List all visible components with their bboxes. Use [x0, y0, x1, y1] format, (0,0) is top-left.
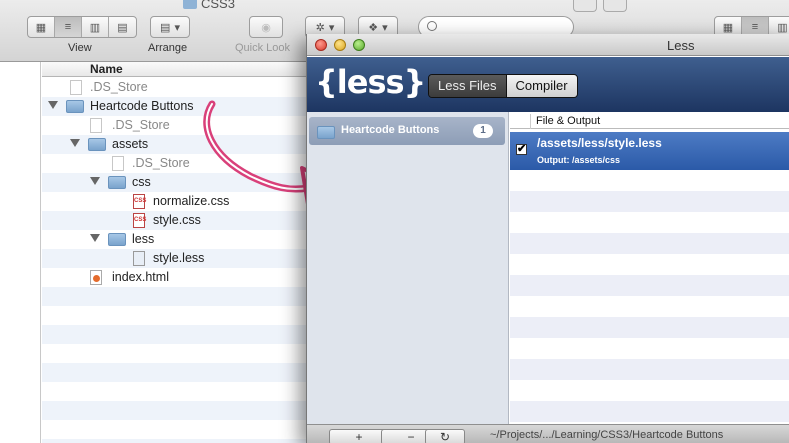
- folder-icon: [108, 233, 126, 246]
- zoom-window-icon[interactable]: [353, 39, 365, 51]
- view-label: View: [68, 42, 92, 54]
- tab-less-files[interactable]: Less Files: [429, 75, 507, 97]
- css-file-icon: CSS: [133, 194, 146, 209]
- folder-icon: [183, 0, 197, 9]
- less-titlebar: Less: [307, 34, 789, 56]
- arrange-label: Arrange: [148, 42, 188, 54]
- file-output-column-header[interactable]: File & Output: [510, 114, 789, 129]
- folder-name: assets: [112, 137, 149, 151]
- file-name: .DS_Store: [112, 118, 170, 132]
- output-path: Output: /assets/css: [537, 155, 621, 165]
- disclosure-triangle-icon[interactable]: [70, 139, 80, 147]
- eye-icon: ◉: [261, 21, 271, 34]
- folder-name: less: [132, 232, 155, 246]
- folder-icon: [88, 138, 106, 151]
- name-column-label: Name: [90, 62, 123, 76]
- document-icon: [112, 156, 124, 171]
- file-table: File & Output ✔ /assets/less/style.less …: [510, 112, 789, 443]
- empty-row: [510, 191, 789, 212]
- folder-icon: [66, 100, 84, 113]
- search-icon: [427, 21, 437, 31]
- file-name: .DS_Store: [90, 80, 148, 94]
- finder-title: CSS3: [183, 0, 235, 11]
- add-project-button[interactable]: +: [329, 429, 389, 443]
- file-name: style.css: [153, 213, 201, 227]
- quicklook-label: Quick Look: [235, 42, 291, 54]
- disclosure-triangle-icon[interactable]: [90, 177, 100, 185]
- window-title: Less: [667, 38, 695, 53]
- disclosure-triangle-icon[interactable]: [90, 234, 100, 242]
- empty-row: [510, 317, 789, 338]
- chevron-down-icon: ▾: [174, 21, 180, 34]
- less-header: {less} Less Files Compiler: [307, 57, 789, 112]
- empty-row: [510, 233, 789, 254]
- column-view-icon[interactable]: ▥: [82, 17, 109, 37]
- file-name: style.less: [153, 251, 205, 265]
- document-icon: [90, 118, 102, 133]
- coverflow-view-icon[interactable]: ▤: [109, 17, 136, 37]
- icon-view-icon[interactable]: ▦: [28, 17, 55, 37]
- empty-row: [510, 275, 789, 296]
- window-resize-controls: [573, 0, 627, 12]
- header-tabs: Less Files Compiler: [428, 74, 578, 98]
- file-name: index.html: [112, 270, 169, 284]
- empty-row: [510, 401, 789, 422]
- file-count-badge: 1: [473, 124, 493, 138]
- folder-icon: [317, 126, 335, 139]
- project-sidebar: Heartcode Buttons 1: [307, 112, 509, 443]
- disclosure-triangle-icon[interactable]: [48, 101, 58, 109]
- dropbox-icon: ❖: [368, 21, 379, 34]
- less-logo: {less}: [315, 63, 426, 101]
- file-name: .DS_Store: [132, 156, 190, 170]
- folder-name: css: [132, 175, 151, 189]
- refresh-button[interactable]: ↻: [425, 429, 465, 443]
- chevron-down-icon: ▾: [328, 21, 335, 34]
- table-row[interactable]: ✔ /assets/less/style.less Output: /asset…: [510, 132, 789, 170]
- folder-name: Heartcode Buttons: [90, 99, 194, 113]
- tab-compiler[interactable]: Compiler: [506, 75, 577, 97]
- list-view-icon[interactable]: ≡: [55, 17, 82, 37]
- project-path: ~/Projects/.../Learning/CSS3/Heartcode B…: [490, 429, 724, 441]
- file-path: /assets/less/style.less: [537, 136, 662, 150]
- document-icon: [70, 80, 82, 95]
- gear-icon: ✲: [315, 21, 325, 34]
- minimize-window-icon[interactable]: [334, 39, 346, 51]
- finder-sidebar: [0, 62, 41, 443]
- sidebar-item-label: Heartcode Buttons: [341, 124, 440, 136]
- quicklook-button[interactable]: ◉: [249, 16, 283, 38]
- close-window-icon[interactable]: [315, 39, 327, 51]
- arrange-icon: ▤: [160, 21, 171, 34]
- file-name: normalize.css: [153, 194, 230, 208]
- empty-row: [510, 359, 789, 380]
- css-file-icon: CSS: [133, 213, 146, 228]
- less-file-icon: [133, 251, 145, 266]
- arrange-button[interactable]: ▤ ▾: [150, 16, 190, 38]
- less-app-window: Less {less} Less Files Compiler Heartcod…: [306, 34, 789, 443]
- compile-checkbox[interactable]: ✔: [516, 144, 527, 155]
- html-file-icon: [90, 270, 102, 285]
- chevron-down-icon: ▾: [382, 21, 388, 34]
- view-mode-control[interactable]: ▦ ≡ ▥ ▤: [27, 16, 137, 38]
- folder-icon: [108, 176, 126, 189]
- bottom-toolbar: + − ↻ ~/Projects/.../Learning/CSS3/Heart…: [307, 424, 789, 443]
- checkbox-column-header: [510, 114, 531, 129]
- sidebar-item-heartcode-buttons[interactable]: Heartcode Buttons 1: [309, 117, 505, 145]
- column-header-label: File & Output: [536, 115, 601, 127]
- finder-title-text: CSS3: [201, 0, 235, 11]
